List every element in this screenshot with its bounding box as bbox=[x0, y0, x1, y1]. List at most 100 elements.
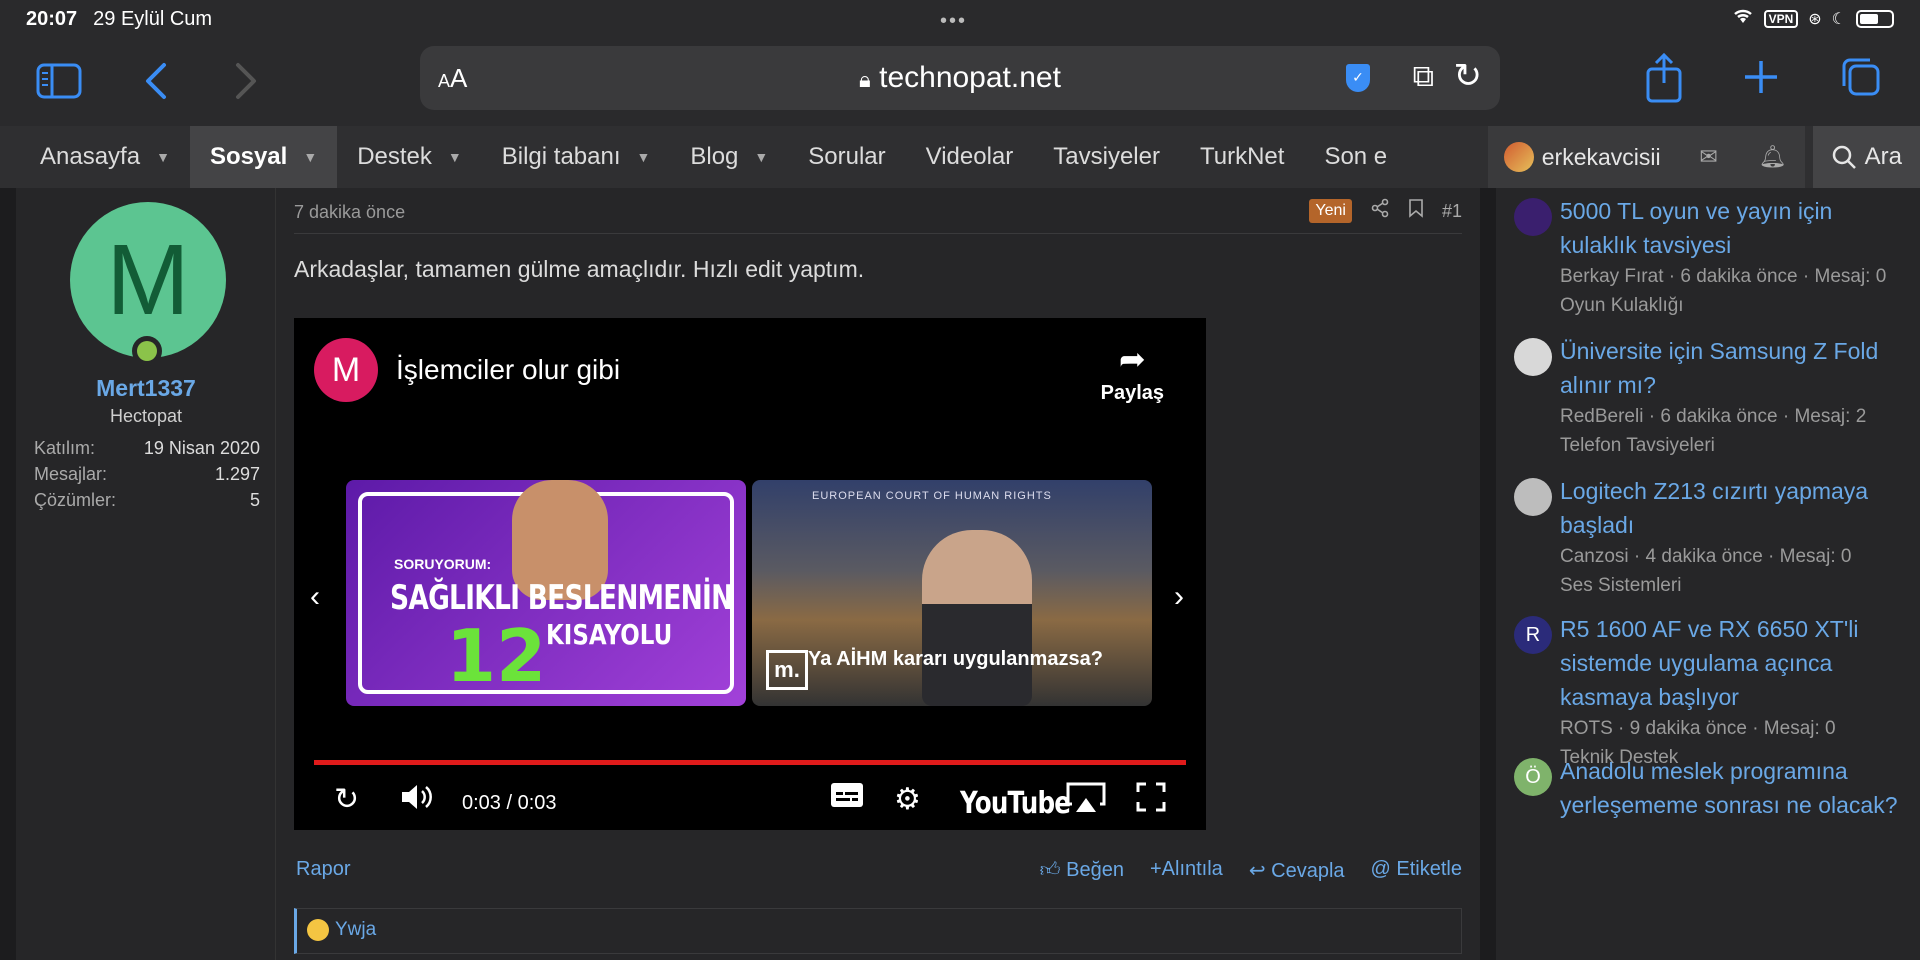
lock-rotation-icon: ⊛ bbox=[1808, 10, 1822, 28]
thread-forum[interactable]: Ses Sistemleri bbox=[1560, 571, 1900, 600]
chevron-right-icon[interactable]: › bbox=[1174, 580, 1184, 614]
airplay-icon[interactable] bbox=[1066, 782, 1106, 822]
user-menu[interactable]: erkekavcisii bbox=[1487, 126, 1677, 188]
quote-button[interactable]: +Alıntıla bbox=[1150, 858, 1223, 883]
report-link[interactable]: Rapor bbox=[296, 858, 350, 881]
video-title[interactable]: İşlemciler olur gibi bbox=[396, 354, 620, 386]
caret-down-icon[interactable]: ▼ bbox=[303, 149, 317, 165]
reaction-user[interactable]: Ywja bbox=[335, 919, 376, 940]
volume-icon[interactable] bbox=[400, 782, 434, 820]
online-status-icon bbox=[132, 336, 162, 366]
thread-author-avatar[interactable] bbox=[1514, 198, 1552, 236]
privacy-shield-icon[interactable]: ✓ bbox=[1346, 64, 1370, 92]
back-icon[interactable] bbox=[136, 56, 176, 106]
status-bar: 20:07 29 Eylül Cum ••• VPN ⊛ ☾ bbox=[0, 0, 1920, 38]
inbox-icon[interactable]: ✉ bbox=[1676, 126, 1741, 188]
post-number[interactable]: #1 bbox=[1442, 201, 1462, 222]
page-content: M Mert1337 Hectopat Katılım: 19 Nisan 202… bbox=[0, 188, 1920, 960]
caret-down-icon[interactable]: ▼ bbox=[156, 149, 170, 165]
reply-arrow-icon: ↩ bbox=[1248, 860, 1266, 882]
post-author: M Mert1337 Hectopat Katılım: 19 Nisan 202… bbox=[16, 188, 276, 960]
thread-author-avatar[interactable]: Ö bbox=[1514, 758, 1552, 796]
nav-items: Anasayfa ▼ Sosyal ▼ Destek ▼ Bilgi tabanı ▼ Blog… bbox=[0, 126, 1407, 188]
thread-title[interactable]: Anadolu meslek programına yerleşememe so… bbox=[1560, 754, 1900, 822]
forward-icon[interactable] bbox=[226, 56, 266, 106]
author-stat: Çözümler: 5 bbox=[34, 490, 260, 510]
nav-item[interactable]: Sorular bbox=[788, 126, 905, 188]
youtube-embed[interactable]: M İşlemciler olur gibi ➦ Paylaş SORUYORU… bbox=[294, 318, 1206, 830]
bell-icon[interactable]: 🔔︎ bbox=[1740, 126, 1805, 188]
thread-forum[interactable]: Oyun Kulaklığı bbox=[1560, 291, 1900, 320]
share-icon[interactable] bbox=[1642, 50, 1686, 106]
url-display[interactable]: 🔒︎ technopat.net bbox=[420, 61, 1500, 95]
search-button[interactable]: Ara bbox=[1812, 126, 1920, 188]
video-progress-bar[interactable] bbox=[314, 760, 1186, 765]
nav-item[interactable]: TurkNet bbox=[1180, 126, 1304, 188]
author-name[interactable]: Mert1337 bbox=[16, 375, 276, 402]
subtitles-icon[interactable] bbox=[830, 782, 864, 816]
channel-avatar[interactable]: M bbox=[314, 338, 378, 402]
chevron-left-icon[interactable]: ‹ bbox=[310, 580, 320, 614]
thread-author-avatar[interactable] bbox=[1514, 338, 1552, 376]
search-icon bbox=[1832, 145, 1856, 169]
youtube-logo[interactable]: YouTube bbox=[960, 786, 1071, 821]
reaction-bar[interactable]: Ywja bbox=[294, 908, 1462, 954]
thread-meta: RedBereli · 6 dakika önce · Mesaj: 2 bbox=[1560, 406, 1867, 427]
channel-logo: m. bbox=[766, 650, 808, 690]
author-title: Hectopat bbox=[109, 406, 183, 426]
new-tab-icon[interactable] bbox=[1736, 52, 1786, 102]
user-avatar bbox=[1503, 142, 1534, 172]
settings-gear-icon[interactable]: ⚙ bbox=[894, 782, 921, 817]
bookmark-icon[interactable] bbox=[1408, 198, 1424, 224]
caret-down-icon[interactable]: ▼ bbox=[754, 149, 768, 165]
latest-threads-sidebar: 5000 TL oyun ve yayın için kulaklık tavs… bbox=[1496, 188, 1920, 960]
site-nav: Anasayfa ▼ Sosyal ▼ Destek ▼ Bilgi tabanı ▼ Blog… bbox=[0, 126, 1920, 188]
wifi-icon bbox=[1732, 7, 1754, 30]
post-time[interactable]: 7 dakika önce bbox=[294, 202, 405, 222]
share-post-icon[interactable] bbox=[1370, 198, 1390, 224]
nav-item[interactable]: Anasayfa ▼ bbox=[20, 126, 190, 188]
username: erkekavcisii bbox=[1541, 143, 1661, 170]
like-button[interactable]: 👍︎ Beğen bbox=[1040, 858, 1124, 883]
extension-icon[interactable]: ⧉ bbox=[1413, 60, 1434, 94]
nav-item[interactable]: Tavsiyeler bbox=[1033, 126, 1180, 188]
vpn-badge: VPN bbox=[1763, 9, 1799, 28]
author-stat: Katılım: 19 Nisan 2020 bbox=[34, 438, 260, 458]
nav-item[interactable]: Sosyal ▼ bbox=[189, 126, 338, 188]
fullscreen-icon[interactable] bbox=[1136, 782, 1166, 820]
thread-title[interactable]: Logitech Z213 cızırtı yapmaya başladı bbox=[1560, 474, 1900, 542]
reply-button[interactable]: ↩ Cevapla bbox=[1249, 858, 1345, 883]
replay-icon[interactable]: ↻ bbox=[334, 782, 359, 817]
post-header: 7 dakika önce Yeni #1 bbox=[294, 198, 1462, 234]
suggested-video-thumbnail[interactable]: SORUYORUM: SAĞLIKLI BESLENMENİN 12 KISAY… bbox=[346, 480, 746, 706]
caret-down-icon[interactable]: ▼ bbox=[448, 149, 462, 165]
caret-down-icon[interactable]: ▼ bbox=[637, 149, 651, 165]
thread-author-avatar[interactable]: R bbox=[1514, 616, 1552, 654]
thread-title[interactable]: Üniversite için Samsung Z Fold alınır mı… bbox=[1560, 334, 1900, 402]
share-arrow-icon: ➦ bbox=[1118, 341, 1146, 377]
nav-item[interactable]: Destek ▼ bbox=[337, 126, 482, 188]
multitasking-dots-icon[interactable]: ••• bbox=[940, 10, 967, 33]
author-avatar[interactable]: M bbox=[70, 202, 226, 358]
mention-button[interactable]: @ Etiketle bbox=[1371, 858, 1462, 883]
video-share-button[interactable]: ➦ Paylaş bbox=[1101, 340, 1164, 405]
thread-title[interactable]: 5000 TL oyun ve yayın için kulaklık tavs… bbox=[1560, 194, 1900, 262]
person-image bbox=[922, 530, 1032, 706]
thread-forum[interactable]: Telefon Tavsiyeleri bbox=[1560, 431, 1900, 460]
sidebar-toggle-icon[interactable] bbox=[34, 56, 84, 106]
moon-icon: ☾ bbox=[1831, 10, 1846, 28]
nav-item[interactable]: Blog ▼ bbox=[670, 126, 788, 188]
thread-title[interactable]: R5 1600 AF ve RX 6650 XT'li sistemde uyg… bbox=[1560, 612, 1900, 714]
new-badge: Yeni bbox=[1309, 199, 1352, 223]
post-body: Arkadaşlar, tamamen gülme amaçlıdır. Hız… bbox=[294, 256, 865, 282]
address-bar[interactable]: AA 🔒︎ technopat.net ✓ ⧉ ↻ bbox=[420, 46, 1500, 110]
thread-author-avatar[interactable] bbox=[1514, 478, 1552, 516]
nav-item[interactable]: Bilgi tabanı ▼ bbox=[482, 126, 671, 188]
nav-item[interactable]: Videolar bbox=[906, 126, 1034, 188]
nav-item[interactable]: Son e bbox=[1304, 126, 1407, 188]
reload-icon[interactable]: ↻ bbox=[1454, 56, 1483, 96]
forum-post: M Mert1337 Hectopat Katılım: 19 Nisan 202… bbox=[16, 188, 1480, 960]
status-date: 29 Eylül Cum bbox=[93, 7, 213, 30]
suggested-video-thumbnail[interactable]: EUROPEAN COURT OF HUMAN RIGHTS m. Ya AİH… bbox=[752, 480, 1152, 706]
tabs-overview-icon[interactable] bbox=[1836, 52, 1886, 102]
